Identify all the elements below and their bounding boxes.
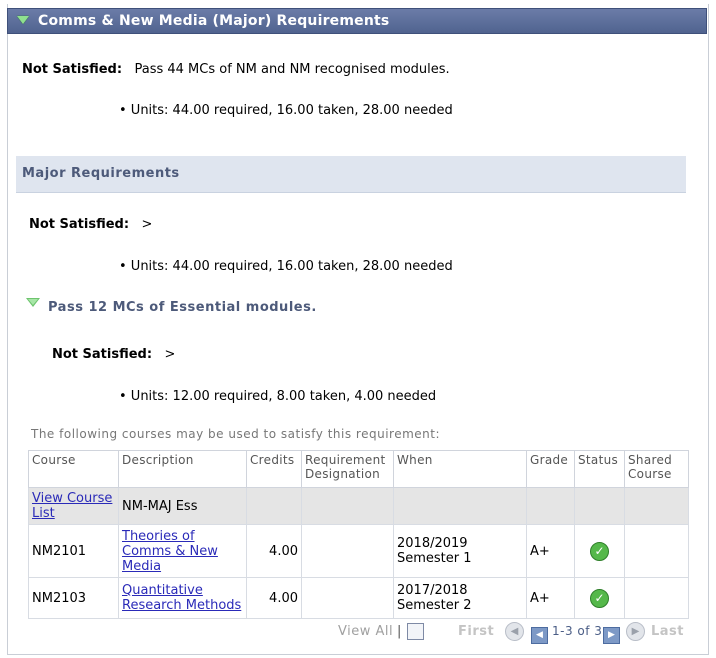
last-arrow-icon[interactable]: ▶ xyxy=(626,622,645,641)
pager-separator: | xyxy=(397,624,402,639)
course-credits: 4.00 xyxy=(246,577,302,619)
show-all-grid-icon[interactable] xyxy=(407,623,424,640)
course-description-link[interactable]: Theories of Comms & New Media xyxy=(122,529,218,574)
course-shared xyxy=(624,577,689,619)
empty-cell xyxy=(624,487,689,525)
course-shared xyxy=(624,524,689,578)
course-list-description: NM-MAJ Ess xyxy=(118,487,247,525)
empty-cell xyxy=(246,487,302,525)
col-header-credits: Credits xyxy=(246,450,302,488)
col-header-description: Description xyxy=(118,450,247,488)
course-designation xyxy=(301,577,394,619)
course-when: 2017/2018 Semester 2 xyxy=(393,577,527,619)
major-units: • Units: 44.00 required, 16.00 taken, 28… xyxy=(119,259,453,274)
major-status-label: Not Satisfied: xyxy=(29,217,130,232)
top-units: • Units: 44.00 required, 16.00 taken, 28… xyxy=(119,103,453,118)
table-row: View Course List NM-MAJ Ess xyxy=(28,487,689,525)
course-description-cell: Theories of Comms & New Media xyxy=(118,524,247,578)
page-range: 1-3 of 3 xyxy=(552,624,603,638)
top-status-text: Pass 44 MCs of NM and NM recognised modu… xyxy=(134,62,450,77)
course-status: ✓ xyxy=(574,577,625,619)
essential-status: Not Satisfied: > xyxy=(52,347,175,362)
course-code: NM2101 xyxy=(28,524,119,578)
col-header-designation: Requirement Designation xyxy=(301,450,394,488)
col-header-grade: Grade xyxy=(526,450,575,488)
empty-cell xyxy=(301,487,394,525)
view-all-link[interactable]: View All xyxy=(338,624,393,639)
essential-units: • Units: 12.00 required, 8.00 taken, 4.0… xyxy=(119,389,437,404)
section-title: Comms & New Media (Major) Requirements xyxy=(38,13,390,29)
table-header-row: Course Description Credits Requirement D… xyxy=(28,450,689,488)
course-description-cell: Quantitative Research Methods xyxy=(118,577,247,619)
first-link[interactable]: First xyxy=(458,624,494,639)
essential-title: Pass 12 MCs of Essential modules. xyxy=(48,300,317,315)
course-grade: A+ xyxy=(526,524,575,578)
empty-cell xyxy=(393,487,527,525)
empty-cell xyxy=(574,487,625,525)
col-header-when: When xyxy=(393,450,527,488)
course-code: NM2103 xyxy=(28,577,119,619)
expand-triangle-icon[interactable] xyxy=(26,298,40,307)
major-requirements-title: Major Requirements xyxy=(22,166,180,181)
top-status-label: Not Satisfied: xyxy=(22,62,123,77)
course-status: ✓ xyxy=(574,524,625,578)
courses-note: The following courses may be used to sat… xyxy=(31,427,441,441)
complete-check-icon: ✓ xyxy=(590,541,609,561)
course-list-cell: View Course List xyxy=(28,487,119,525)
major-status-text: > xyxy=(141,217,153,232)
empty-cell xyxy=(526,487,575,525)
course-grade: A+ xyxy=(526,577,575,619)
first-arrow-icon[interactable]: ◀ xyxy=(505,622,524,641)
previous-arrow-icon[interactable]: ◀ xyxy=(531,627,548,644)
collapse-triangle-icon[interactable] xyxy=(17,16,29,24)
last-link[interactable]: Last xyxy=(651,624,684,639)
top-status: Not Satisfied: Pass 44 MCs of NM and NM … xyxy=(22,62,450,77)
course-description-link[interactable]: Quantitative Research Methods xyxy=(122,583,241,613)
section-header[interactable]: Comms & New Media (Major) Requirements xyxy=(7,8,707,34)
col-header-shared: Shared Course xyxy=(624,450,689,488)
course-credits: 4.00 xyxy=(246,524,302,578)
essential-status-text: > xyxy=(164,347,176,362)
next-arrow-icon[interactable]: ▶ xyxy=(603,627,620,644)
complete-check-icon: ✓ xyxy=(590,588,609,608)
table-row: NM2103 Quantitative Research Methods 4.0… xyxy=(28,577,689,619)
view-course-list-link[interactable]: View Course List xyxy=(32,491,112,521)
table-row: NM2101 Theories of Comms & New Media 4.0… xyxy=(28,524,689,578)
course-when: 2018/2019 Semester 1 xyxy=(393,524,527,578)
essential-status-label: Not Satisfied: xyxy=(52,347,153,362)
major-status: Not Satisfied: > xyxy=(29,217,152,232)
col-header-course: Course xyxy=(28,450,119,488)
course-designation xyxy=(301,524,394,578)
courses-table: Course Description Credits Requirement D… xyxy=(28,450,689,619)
major-requirements-header: Major Requirements xyxy=(16,156,686,193)
col-header-status: Status xyxy=(574,450,625,488)
